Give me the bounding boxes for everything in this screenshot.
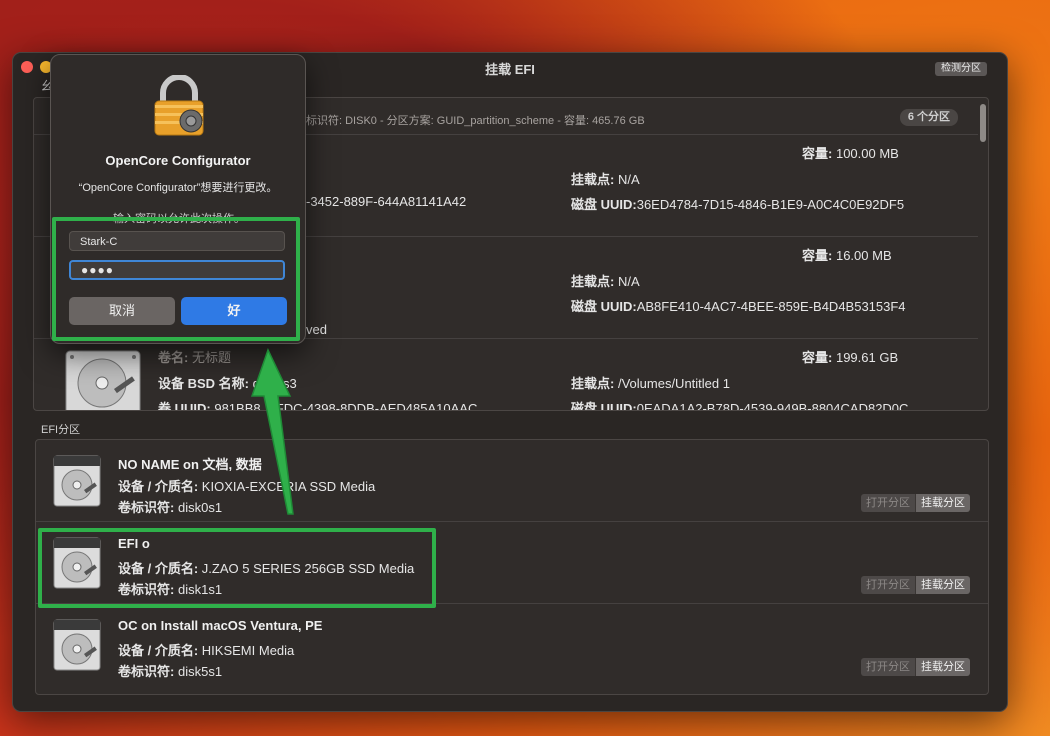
annotation-arrow (250, 348, 294, 515)
